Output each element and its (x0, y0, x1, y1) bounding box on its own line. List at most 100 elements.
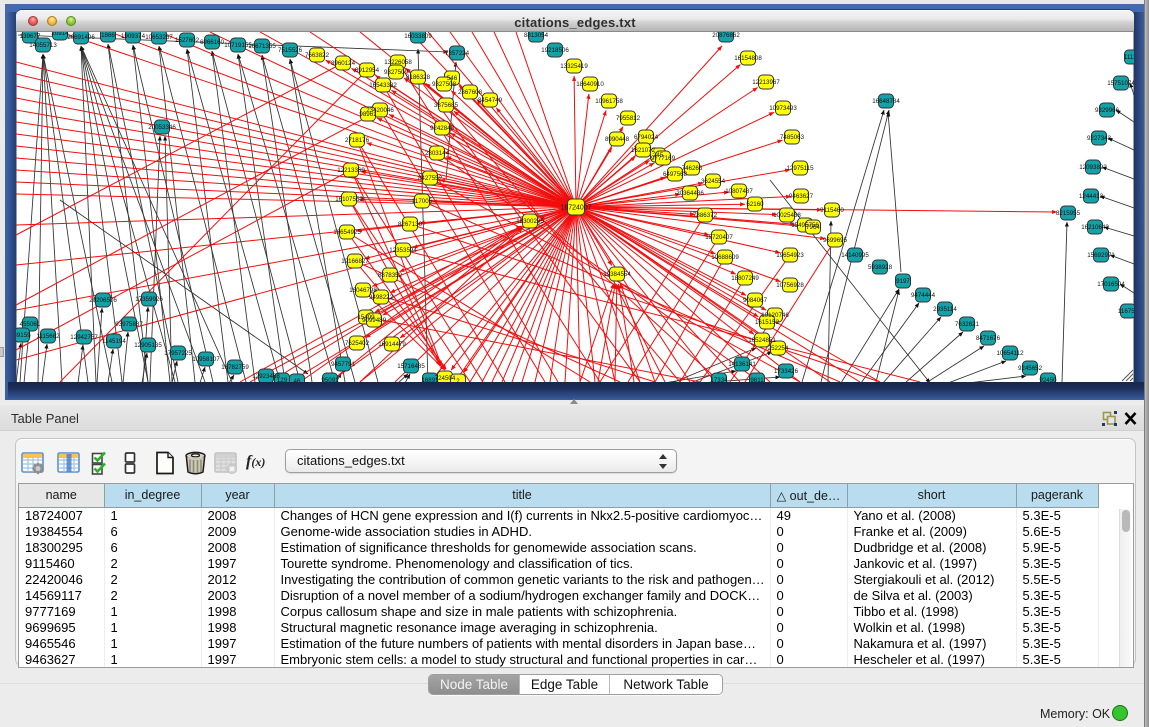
svg-text:5938928: 5938928 (868, 264, 893, 271)
svg-text:1244413: 1244413 (1079, 193, 1104, 200)
svg-text:9245652: 9245652 (1018, 365, 1043, 372)
svg-text:18300295: 18300295 (516, 218, 544, 225)
svg-text:20364436: 20364436 (676, 190, 704, 197)
svg-text:2867608: 2867608 (458, 89, 483, 96)
svg-text:8215955: 8215955 (1056, 210, 1081, 217)
svg-text:252254: 252254 (768, 345, 789, 352)
svg-text:92450: 92450 (1039, 377, 1057, 382)
svg-text:10973493: 10973493 (769, 105, 797, 112)
svg-text:9327508: 9327508 (432, 81, 457, 88)
svg-text:20206576: 20206576 (89, 297, 117, 304)
svg-text:16524851: 16524851 (748, 337, 776, 344)
svg-text:724504: 724504 (435, 375, 456, 382)
svg-text:10688609: 10688609 (711, 254, 739, 261)
svg-text:8990448: 8990448 (605, 136, 630, 143)
svg-text:19654925: 19654925 (333, 229, 361, 236)
svg-text:2803144: 2803144 (425, 150, 450, 157)
svg-text:16914479: 16914479 (378, 341, 406, 348)
svg-text:8454749: 8454749 (478, 97, 503, 104)
svg-text:2718176: 2718176 (345, 137, 370, 144)
svg-text:9115460: 9115460 (820, 207, 844, 214)
svg-text:16210643: 16210643 (1081, 224, 1109, 231)
svg-text:19166827: 19166827 (341, 258, 369, 265)
svg-text:8878352: 8878352 (378, 272, 403, 279)
svg-text:116753: 116753 (1118, 308, 1134, 315)
svg-text:16154808: 16154808 (734, 55, 762, 62)
svg-text:7955812: 7955812 (616, 115, 641, 122)
svg-text:9227343: 9227343 (1087, 135, 1112, 142)
svg-text:17359926: 17359926 (135, 296, 163, 303)
svg-text:12213369: 12213369 (337, 167, 365, 174)
svg-text:10961758: 10961758 (595, 98, 623, 105)
svg-text:7515526: 7515526 (278, 47, 303, 54)
svg-text:95091: 95091 (321, 377, 339, 382)
svg-text:15716485: 15716485 (397, 363, 425, 370)
svg-text:139677: 139677 (20, 33, 41, 40)
svg-text:8471676: 8471676 (976, 335, 1001, 342)
svg-text:16782759: 16782759 (221, 364, 249, 371)
svg-text:3875685: 3875685 (434, 102, 459, 109)
svg-text:9197: 9197 (896, 278, 910, 285)
svg-text:2935114: 2935114 (933, 306, 957, 313)
svg-text:16671355: 16671355 (248, 43, 276, 50)
svg-text:9811: 9811 (750, 377, 764, 382)
svg-text:3624554: 3624554 (701, 178, 726, 185)
svg-text:8912954: 8912954 (355, 67, 380, 74)
svg-text:1527602: 1527602 (175, 37, 200, 44)
svg-text:9242848: 9242848 (430, 125, 455, 132)
svg-text:8186328: 8186328 (406, 74, 431, 81)
svg-text:1615152: 1615152 (755, 319, 780, 326)
svg-text:12353594: 12353594 (389, 247, 417, 254)
svg-text:10654112: 10654112 (996, 350, 1024, 357)
svg-text:16046798: 16046798 (349, 287, 377, 294)
svg-text:20053346: 20053346 (148, 124, 176, 131)
svg-text:8267130: 8267130 (398, 221, 423, 228)
svg-text:15692971: 15692971 (1087, 252, 1115, 259)
svg-text:1733426: 1733426 (774, 368, 799, 375)
svg-text:9099489: 9099489 (362, 317, 387, 324)
svg-text:19218506: 19218506 (541, 47, 569, 54)
svg-text:13325419: 13325419 (560, 63, 588, 70)
svg-text:7625402: 7625402 (345, 340, 370, 347)
svg-text:15751074: 15751074 (1107, 80, 1134, 87)
svg-text:9498222: 9498222 (369, 294, 394, 301)
svg-text:10958107: 10958107 (192, 356, 220, 363)
svg-text:16033809: 16033809 (404, 33, 432, 40)
svg-text:18640910: 18640910 (576, 81, 604, 88)
svg-text:98961: 98961 (359, 111, 377, 118)
svg-text:13226058: 13226058 (384, 59, 412, 66)
svg-text:7663822: 7663822 (305, 52, 330, 59)
svg-text:15720407: 15720407 (705, 234, 733, 241)
svg-text:14140995: 14140995 (841, 252, 869, 259)
svg-text:9327509: 9327509 (384, 69, 409, 76)
svg-text:12942757: 12942757 (70, 334, 98, 341)
svg-text:17334: 17334 (710, 377, 728, 382)
svg-text:9777169: 9777169 (651, 155, 676, 162)
svg-text:19384554: 19384554 (603, 271, 631, 278)
svg-text:6497568: 6497568 (663, 171, 688, 178)
svg-text:6794024: 6794024 (634, 134, 659, 141)
svg-text:62160: 62160 (746, 201, 764, 208)
svg-text:8427552: 8427552 (418, 175, 443, 182)
svg-text:1866: 1866 (101, 32, 115, 39)
svg-text:9463627: 9463627 (789, 193, 814, 200)
svg-text:9474444: 9474444 (911, 292, 936, 299)
svg-text:12213967: 12213967 (752, 79, 780, 86)
svg-text:19654923: 19654923 (776, 252, 804, 259)
svg-text:6966160: 6966160 (200, 39, 225, 46)
svg-text:17957225: 17957225 (164, 350, 192, 357)
svg-text:12905135: 12905135 (134, 342, 162, 349)
svg-text:129: 129 (277, 377, 288, 382)
svg-text:7964: 7964 (806, 224, 820, 231)
svg-text:93975887: 93975887 (115, 321, 143, 328)
svg-text:1909374: 1909374 (121, 33, 146, 40)
svg-text:455061: 455061 (20, 321, 41, 328)
svg-text:14136141: 14136141 (728, 361, 756, 368)
svg-text:16648784: 16648784 (872, 98, 900, 105)
svg-text:2: 2 (456, 378, 460, 382)
svg-text:18724007: 18724007 (560, 204, 591, 211)
svg-text:10807487: 10807487 (725, 188, 753, 195)
svg-text:10653267: 10653267 (145, 34, 173, 41)
svg-text:1145194: 1145194 (102, 338, 126, 345)
svg-text:12975115: 12975115 (786, 165, 814, 172)
